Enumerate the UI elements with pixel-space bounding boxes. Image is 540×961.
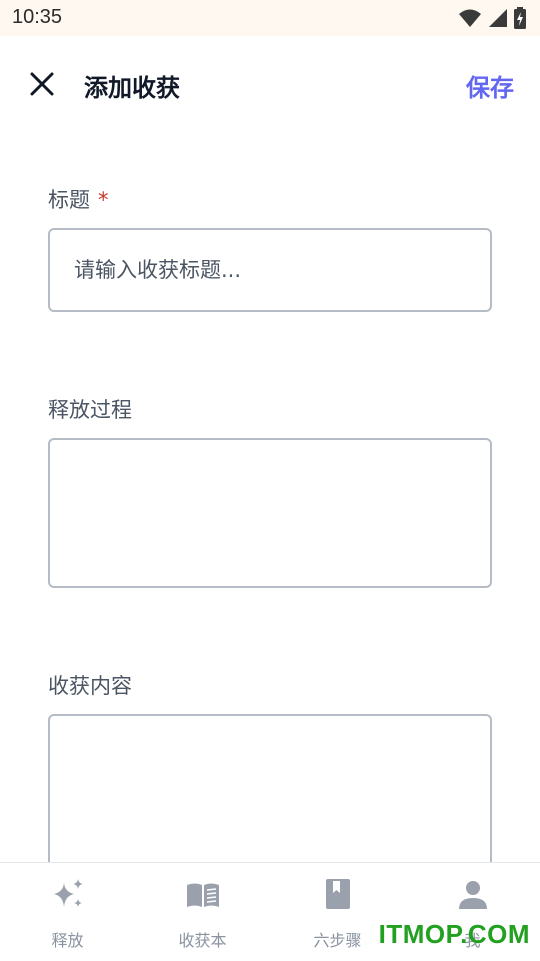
process-textarea[interactable]	[48, 438, 492, 588]
nav-label: 收获本	[178, 931, 227, 950]
required-mark: *	[98, 188, 109, 212]
book-icon	[186, 883, 219, 907]
watermark: ITMOP.COM	[378, 919, 530, 949]
status-time: 10:35	[12, 6, 63, 28]
page-title: 添加收获	[84, 74, 180, 102]
signal-icon	[489, 9, 507, 27]
status-bar: 10:35	[0, 0, 540, 36]
sparkle-icon	[53, 879, 83, 907]
close-icon[interactable]	[26, 68, 58, 100]
person-icon	[458, 881, 487, 909]
nav-item-release[interactable]: 释放	[0, 863, 135, 961]
bookmark-book-icon	[325, 879, 350, 909]
save-button[interactable]: 保存	[466, 68, 514, 103]
nav-label: 释放	[51, 931, 84, 950]
app-header: 添加收获 保存	[0, 36, 540, 132]
nav-label: 六步骤	[313, 931, 362, 950]
wifi-icon	[459, 9, 481, 27]
nav-item-harvest-book[interactable]: 收获本	[135, 863, 270, 961]
battery-icon	[514, 7, 526, 29]
title-label-text: 标题	[48, 188, 90, 212]
content-field-label: 收获内容	[48, 674, 132, 698]
process-field-label: 释放过程	[48, 398, 132, 422]
status-icons	[458, 7, 526, 29]
title-input[interactable]	[48, 228, 492, 312]
content-textarea[interactable]	[48, 714, 492, 884]
title-field-label: 标题 *	[48, 184, 109, 214]
